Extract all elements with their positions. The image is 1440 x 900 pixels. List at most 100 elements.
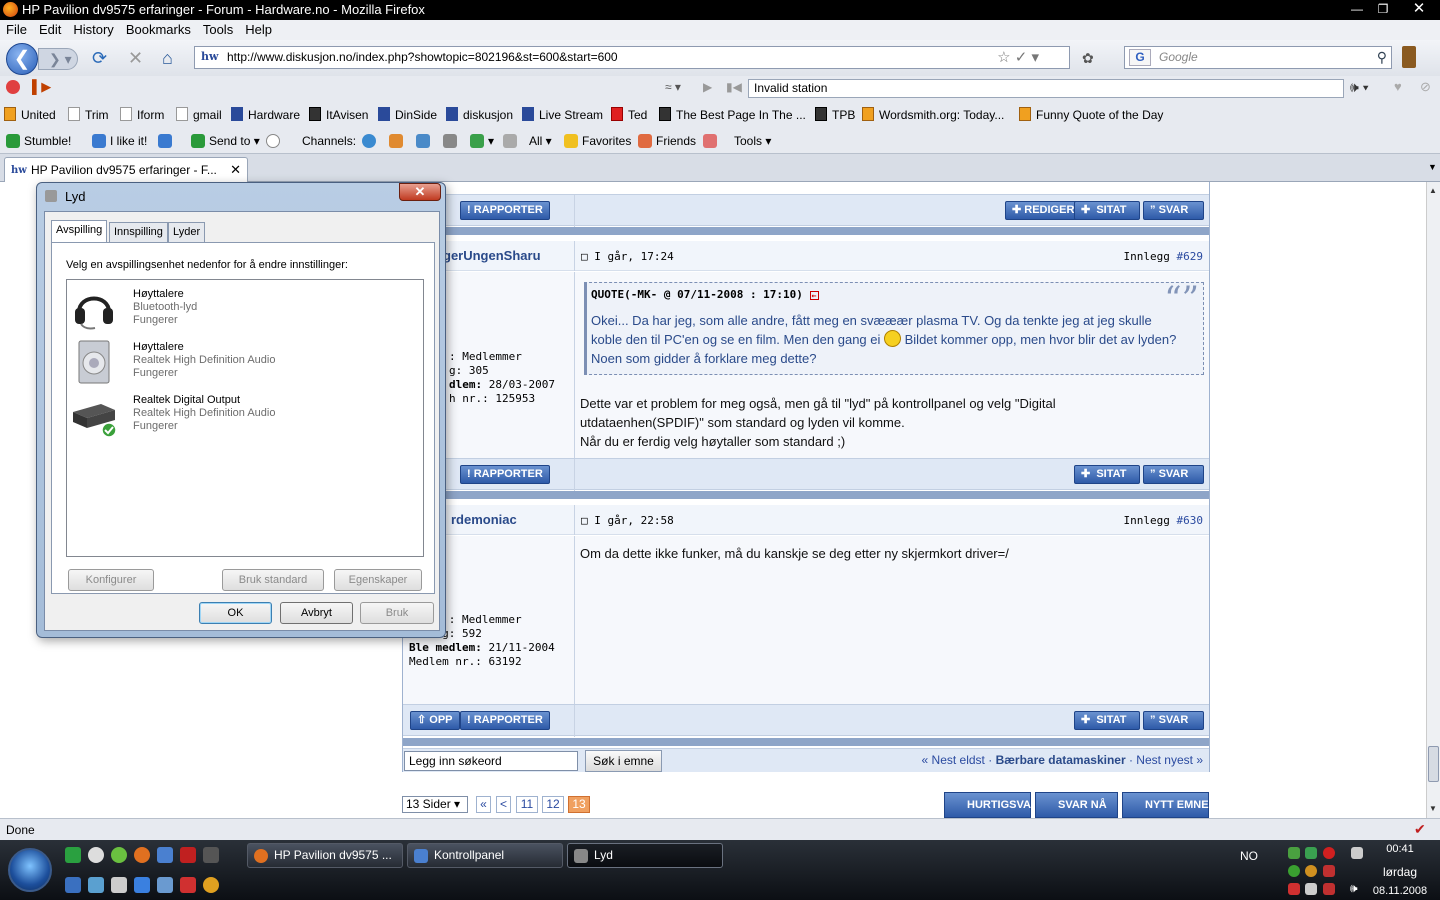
bookmark-dinside[interactable]: DinSide <box>378 107 437 122</box>
bookmark-best-page[interactable]: The Best Page In The ... <box>659 107 806 122</box>
bookmark-united[interactable]: United <box>4 107 56 122</box>
bookmark-wordsmith[interactable]: Wordsmith.org: Today... <box>862 107 1004 122</box>
minimize-button[interactable]: — <box>1344 0 1370 18</box>
search-icon[interactable]: ⚲ <box>1377 47 1387 68</box>
radio-stop-button[interactable]: ▮◀ <box>726 80 742 94</box>
search-box[interactable]: G Google ⚲ <box>1124 46 1392 69</box>
tray-icon[interactable] <box>1305 865 1317 877</box>
post-permalink[interactable]: #629 <box>1177 250 1204 263</box>
restore-button[interactable]: ❐ <box>1370 0 1396 18</box>
tray-icon[interactable] <box>1323 847 1335 859</box>
quicklaunch-app-icon[interactable] <box>157 877 173 893</box>
older-topic-link[interactable]: « Nest eldst <box>922 753 985 767</box>
bookmark-funny-quote[interactable]: Funny Quote of the Day <box>1019 107 1163 122</box>
tab-avspilling[interactable]: Avspilling <box>51 220 108 243</box>
topic-search-button[interactable]: Søk i emne <box>585 750 662 772</box>
report-button[interactable]: ! RAPPORTER <box>460 711 550 730</box>
bookmark-star-icon[interactable]: ☆ ✓ ▾ <box>997 47 1039 68</box>
bookmark-tpb[interactable]: TPB <box>815 107 855 122</box>
reply-button[interactable]: ” SVAR <box>1143 201 1204 220</box>
properties-button[interactable]: Egenskaper <box>334 569 422 591</box>
volume-icon[interactable]: 🕪 ▾ <box>1350 79 1369 96</box>
post-permalink[interactable]: #630 <box>1177 514 1204 527</box>
language-indicator[interactable]: NO <box>1240 849 1258 863</box>
send-to-button[interactable]: Send to ▾ <box>191 134 260 148</box>
quote-link-icon[interactable]: ← <box>809 291 819 300</box>
scroll-up-icon[interactable]: ▲ <box>1429 186 1437 195</box>
channel-people-icon[interactable] <box>389 134 407 148</box>
quicklaunch-app-icon[interactable] <box>157 847 173 863</box>
tray-icon[interactable] <box>1288 847 1300 859</box>
configure-button[interactable]: Konfigurer <box>68 569 154 591</box>
quote-button[interactable]: ✚ SITAT <box>1074 465 1140 484</box>
quicklaunch-app-icon[interactable] <box>111 877 127 893</box>
comment-button[interactable] <box>266 134 284 148</box>
channel-photo-icon[interactable] <box>416 134 434 148</box>
tab-hp-pavilion[interactable]: hw HP Pavilion dv9575 erfaringer - F... … <box>4 157 248 182</box>
device-realtek-speakers[interactable]: Høyttalere Realtek High Definition Audio… <box>67 335 423 388</box>
friends-button[interactable]: Friends <box>638 134 696 148</box>
heart-icon[interactable]: ♥ <box>1394 79 1402 94</box>
inbox-button[interactable] <box>703 134 721 148</box>
reply-button[interactable]: ” SVAR <box>1143 711 1204 730</box>
bookmark-sidebar-icon[interactable] <box>1402 46 1416 68</box>
reply-button[interactable]: ” SVAR <box>1143 465 1204 484</box>
page-scrollbar[interactable]: ▲ ▼ <box>1426 182 1440 818</box>
favorites-button[interactable]: Favorites <box>564 134 631 148</box>
quicklaunch-app-icon[interactable] <box>180 877 196 893</box>
quicklaunch-app-icon[interactable] <box>88 847 104 863</box>
tray-icon[interactable] <box>1288 883 1300 895</box>
topic-search-input[interactable]: Legg inn søkeord <box>404 751 578 771</box>
tab-list-icon[interactable]: ▼ <box>1428 162 1437 172</box>
addon-status-icon[interactable]: ✔ <box>1414 821 1426 838</box>
quicklaunch-app-icon[interactable] <box>203 877 219 893</box>
bookmark-gmail[interactable]: gmail <box>176 107 222 122</box>
menu-file[interactable]: File <box>0 20 33 37</box>
taskbar-lyd[interactable]: Lyd <box>567 843 723 868</box>
home-icon[interactable]: ⌂ <box>162 48 173 69</box>
menu-edit[interactable]: Edit <box>33 20 67 37</box>
all-channels-dropdown[interactable]: All ▾ <box>529 134 552 148</box>
apply-button[interactable]: Bruk <box>360 602 434 624</box>
reply-now-button[interactable]: SVAR NÅ <box>1035 792 1118 818</box>
cancel-button[interactable]: Avbryt <box>280 602 353 624</box>
menu-bookmarks[interactable]: Bookmarks <box>120 20 197 37</box>
bookmark-ted[interactable]: Ted <box>611 107 647 122</box>
ok-button[interactable]: OK <box>199 602 272 624</box>
close-window-button[interactable]: ✕ <box>1404 0 1434 18</box>
battery-icon[interactable] <box>1351 847 1363 859</box>
forward-button[interactable]: ❯ ▾ <box>38 48 78 70</box>
like-button[interactable]: I like it! <box>92 134 147 148</box>
tray-volume-icon[interactable]: 🕪 <box>1350 881 1358 896</box>
back-button[interactable]: ❮ <box>6 43 38 75</box>
dialog-close-button[interactable]: ✕ <box>399 183 441 201</box>
system-clock[interactable]: 00:41 lørdag 08.11.2008 <box>1370 842 1430 899</box>
prev-page-link[interactable]: < <box>496 796 511 813</box>
menu-history[interactable]: History <box>67 20 119 37</box>
tab-lyder[interactable]: Lyder <box>168 222 206 242</box>
start-button[interactable] <box>8 848 52 892</box>
taskbar-firefox[interactable]: HP Pavilion dv9575 ... <box>247 843 403 868</box>
dislike-button[interactable] <box>158 134 176 148</box>
quicklaunch-app-icon[interactable] <box>134 877 150 893</box>
quote-button[interactable]: ✚ SITAT <box>1074 201 1140 220</box>
new-topic-button[interactable]: NYTT EMNE <box>1122 792 1209 818</box>
set-default-button[interactable]: Bruk standard <box>222 569 324 591</box>
section-link[interactable]: Bærbare datamaskiner <box>996 753 1126 767</box>
tray-icon[interactable] <box>1323 883 1335 895</box>
stumble-tools-menu[interactable]: Tools ▾ <box>734 134 771 148</box>
report-button[interactable]: ! RAPPORTER <box>460 465 550 484</box>
reload-icon[interactable]: ⟳ <box>92 48 107 69</box>
stumble-button[interactable]: Stumble! <box>6 134 71 148</box>
bookmark-live-stream[interactable]: Live Stream <box>522 107 603 122</box>
google-engine-icon[interactable]: G <box>1129 49 1151 66</box>
channel-tag-icon[interactable] <box>503 134 521 148</box>
tray-icon[interactable] <box>1323 865 1335 877</box>
newer-topic-link[interactable]: Nest nyest » <box>1136 753 1203 767</box>
tray-icon[interactable] <box>1305 847 1317 859</box>
network-icon[interactable] <box>1305 883 1317 895</box>
post-author[interactable]: gerUngenSharu <box>443 248 541 263</box>
bookmark-iform[interactable]: Iform <box>120 107 164 122</box>
page-12-link[interactable]: 12 <box>542 796 564 813</box>
menu-tools[interactable]: Tools <box>197 20 239 37</box>
